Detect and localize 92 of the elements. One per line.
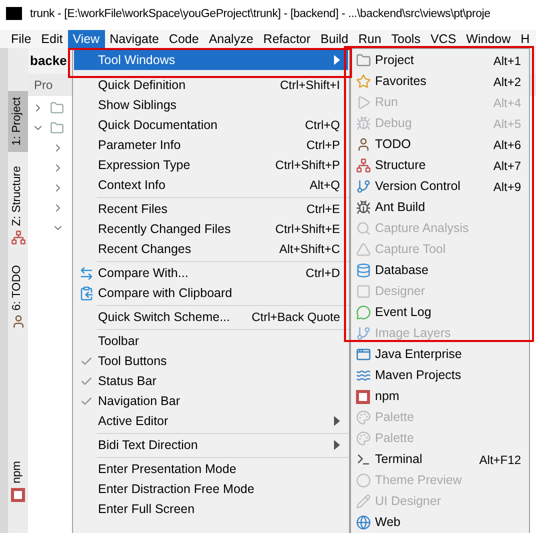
menu-item[interactable]: Recently Changed Files Ctrl+Shift+E [74,219,348,239]
bug-icon [356,200,370,215]
window-icon [356,347,370,362]
menu-item[interactable]: Bidi Text Direction [74,435,348,455]
side-tab[interactable]: 6: TODO [8,258,28,336]
play-icon [356,95,370,110]
menu-bar-item[interactable]: Tools [386,30,426,48]
triangle-icon [356,242,370,257]
menu-item[interactable]: npm [351,386,529,407]
npm-icon [11,488,25,502]
menu-item[interactable]: Context Info Alt+Q [74,175,348,195]
menu-item[interactable]: Navigation Bar [74,391,348,411]
menu-item[interactable]: TODO Alt+6 [351,134,529,155]
arrows-icon [78,266,94,280]
menu-bar-item[interactable]: Build [316,30,354,48]
side-tab[interactable]: npm [8,455,28,508]
folder-icon [50,101,64,115]
menu-item[interactable]: Project Alt+1 [351,50,529,71]
menu-item[interactable]: Maven Projects [351,365,529,386]
side-tab[interactable]: Z: Structure [8,160,28,251]
branch-icon [356,179,370,194]
menu-item[interactable]: Enter Full Screen [74,499,348,519]
menu-bar-item[interactable]: Refactor [258,30,316,48]
submenu-arrow-icon [334,416,340,426]
structure-icon [10,230,26,245]
menu-item[interactable]: Compare With... Ctrl+D [74,263,348,283]
menu-item[interactable]: Compare with Clipboard [74,283,348,303]
person-icon [10,314,26,330]
database-icon [356,263,370,278]
menu-bar-item[interactable]: VCS [425,30,462,48]
menu-item[interactable]: Ant Build [351,197,529,218]
person-icon [356,137,370,152]
menu-item[interactable]: Terminal Alt+F12 [351,449,529,470]
menu-item[interactable]: Quick Documentation Ctrl+Q [74,115,348,135]
checkmark-icon [80,354,92,368]
submenu-arrow-icon [334,55,340,65]
menu-bar-item[interactable]: View [68,30,105,48]
terminal-icon [356,452,370,467]
menu-item[interactable]: Tool Buttons [74,351,348,371]
menu-bar-item[interactable]: Code [164,30,204,48]
structure-icon [356,158,370,173]
palette-icon [356,431,370,446]
pencil-icon [356,494,370,509]
menu-bar-item[interactable]: Edit [36,30,68,48]
circle-icon [356,473,370,488]
search-icon [356,221,370,236]
menu-item[interactable]: Status Bar [74,371,348,391]
menu-bar-item[interactable]: Navigate [104,30,164,48]
folder-icon [356,53,370,68]
curve-icon [356,368,370,383]
clipboard-icon [78,286,94,300]
menu-bar-item[interactable]: Run [353,30,386,48]
speech-bubble-icon [356,305,370,320]
menu-item[interactable]: Active Editor [74,411,348,431]
menu-item[interactable]: Expression Type Ctrl+Shift+P [74,155,348,175]
menu-item[interactable]: Quick Definition Ctrl+Shift+I [74,75,348,95]
menu-bar-item[interactable]: H [516,30,535,48]
panel-tab[interactable]: Pro [34,76,53,94]
side-tab[interactable]: 1: Project [8,91,28,152]
menu-item[interactable]: Parameter Info Ctrl+P [74,135,348,155]
menu-bar-item[interactable]: Analyze [204,30,258,48]
menu-item[interactable]: Quick Switch Scheme... Ctrl+Back Quote [74,307,348,327]
menu-item[interactable]: Event Log [351,302,529,323]
menu-item[interactable]: Web [351,512,529,533]
menu-item[interactable]: Recent Files Ctrl+E [74,199,348,219]
bug-icon [356,116,370,131]
checkmark-icon [80,394,92,408]
window-title: trunk - [E:\workFile\workSpace\youGeProject\trunk] - [backend] - ...\backend\src\views\pt\proje [30,7,490,22]
menu-item[interactable]: Tool Windows [74,50,348,70]
menu-item[interactable]: Enter Presentation Mode [74,459,348,479]
submenu-arrow-icon [334,440,340,450]
square-icon [356,284,370,299]
menu-item[interactable]: Database [351,260,529,281]
menu-bar-item[interactable]: Window [461,30,516,48]
navigation-bar-label[interactable]: backe [30,51,67,71]
menu-item[interactable]: Show Siblings [74,95,348,115]
menu-item[interactable]: Enter Distraction Free Mode [74,479,348,499]
menu-bar-item[interactable]: File [6,30,36,48]
menu-item[interactable]: Toolbar [74,331,348,351]
checkmark-icon [80,374,92,388]
branch-icon [356,326,370,341]
menu-item[interactable]: Recent Changes Alt+Shift+C [74,239,348,259]
globe-icon [356,515,370,530]
menu-item[interactable]: Version Control Alt+9 [351,176,529,197]
menu-item[interactable]: Java Enterprise [351,344,529,365]
palette-icon [356,410,370,425]
menu-item[interactable]: Favorites Alt+2 [351,71,529,92]
menu-item[interactable]: Structure Alt+7 [351,155,529,176]
npm-icon [356,390,370,404]
star-icon [356,74,370,89]
folder-icon [50,121,64,135]
app-icon [6,7,22,23]
